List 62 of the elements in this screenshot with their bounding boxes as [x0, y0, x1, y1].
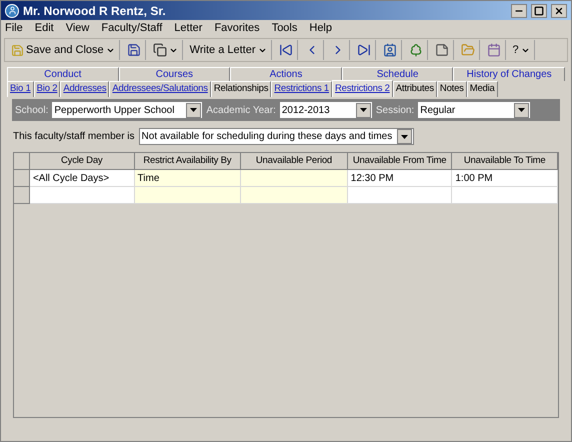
first-icon — [278, 43, 292, 57]
toolbar-button[interactable]: ? — [508, 40, 535, 60]
filter-label: School: — [15, 104, 48, 118]
tab[interactable]: Addressees/Salutations — [109, 81, 211, 97]
tab[interactable]: Bio 2 — [34, 81, 60, 97]
caret-icon — [400, 134, 408, 138]
maximize-button[interactable] — [531, 4, 547, 18]
maximize-icon — [534, 6, 544, 16]
save-icon — [126, 43, 141, 57]
tab[interactable]: Courses — [118, 67, 230, 81]
contact-card-icon — [382, 43, 396, 57]
filter-label: Academic Year: — [206, 104, 276, 118]
dropdown-button[interactable] — [396, 129, 412, 144]
row-header[interactable] — [14, 170, 30, 187]
tab[interactable]: Conduct — [7, 67, 119, 81]
calendar-icon — [486, 43, 500, 57]
tree-icon — [408, 43, 422, 57]
menu-item[interactable]: Help — [309, 20, 332, 36]
toolbar-button[interactable]: Save and Close — [7, 40, 120, 60]
menu-item[interactable]: Faculty/Staff — [101, 20, 162, 36]
table-cell: Time — [134, 170, 242, 187]
dropdown-button[interactable] — [356, 102, 371, 118]
tab[interactable]: Notes — [436, 81, 467, 97]
table-cell: 12:30 PM — [348, 170, 452, 187]
tab[interactable]: Media — [466, 81, 498, 97]
menu-item[interactable]: Favorites — [214, 20, 260, 36]
dropdown-button[interactable] — [514, 102, 530, 118]
filter-label: Session: — [376, 104, 414, 118]
menu-item[interactable]: Edit — [34, 20, 54, 36]
copy-icon — [152, 43, 167, 57]
tab[interactable]: Bio 1 — [7, 81, 34, 97]
tab[interactable]: History of Changes — [453, 67, 565, 81]
last-icon — [356, 43, 370, 57]
menu-item[interactable]: Tools — [272, 20, 298, 36]
save-icon — [11, 44, 24, 56]
dropdown-button[interactable] — [186, 102, 202, 118]
caret-icon — [360, 108, 367, 112]
note-icon — [434, 43, 448, 57]
minimize-button[interactable] — [511, 4, 527, 18]
menu-item[interactable]: Letter — [174, 20, 202, 36]
app-icon — [5, 4, 19, 18]
close-icon — [554, 6, 564, 16]
dropdown-field[interactable]: Regular — [418, 102, 530, 118]
row-header[interactable] — [14, 187, 30, 204]
folder-icon — [460, 43, 474, 57]
availability-dropdown[interactable]: Not available for scheduling during these days and times — [138, 128, 414, 145]
menu-item[interactable]: File — [5, 20, 23, 36]
table-cell: <All Cycle Days> — [30, 170, 135, 187]
caret-icon — [518, 108, 526, 112]
window-title: Mr. Norwood R Rentz, Sr. — [23, 2, 167, 20]
tab[interactable]: Relationships — [210, 81, 272, 97]
tab[interactable]: Restrictions 2 — [332, 80, 393, 97]
toolbar-button[interactable]: Write a Letter — [186, 40, 272, 60]
table-cell: 1:00 PM — [452, 170, 558, 187]
menu-item[interactable]: View — [66, 20, 90, 36]
caret-icon — [190, 108, 198, 112]
tab[interactable]: Attributes — [392, 81, 437, 97]
tab[interactable]: Addresses — [60, 81, 110, 97]
availability-label: This faculty/staff member is — [13, 130, 135, 144]
dropdown-field[interactable]: 2012-2013 — [280, 102, 372, 118]
dropdown-field[interactable]: Pepperworth Upper School — [52, 102, 202, 118]
close-button[interactable] — [551, 4, 567, 18]
